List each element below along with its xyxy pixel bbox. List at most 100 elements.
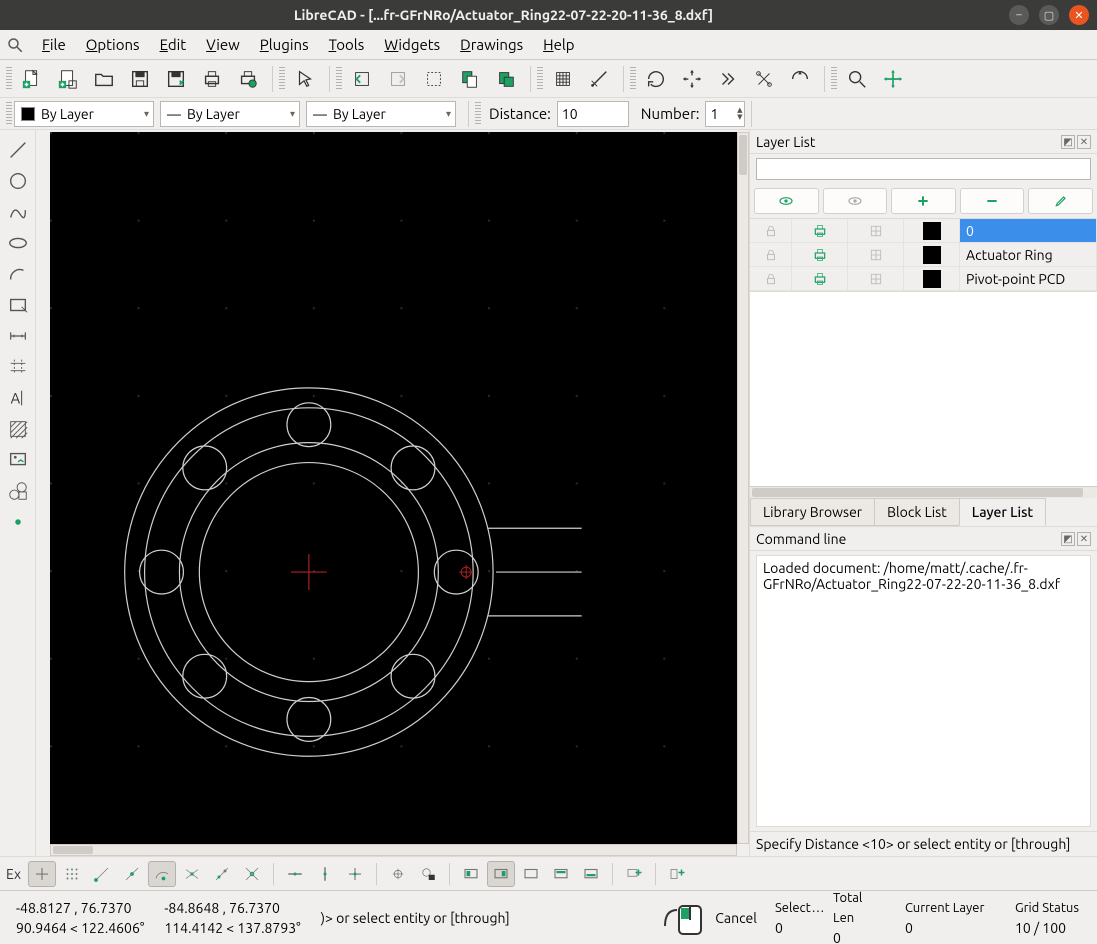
saveas-button[interactable] [160,64,192,94]
measure-button[interactable] [841,64,873,94]
panel-close-button[interactable]: ✕ [1077,135,1091,149]
menu-file[interactable]: File [32,33,76,56]
snap-intersection-button[interactable] [238,861,266,887]
cut-button[interactable] [418,64,450,94]
zoom-previous-button[interactable] [712,64,744,94]
redo-button[interactable] [382,64,414,94]
toolbar-grip-4[interactable] [537,67,543,91]
layer-row-1[interactable]: Actuator Ring [750,243,1097,267]
snap-grid-button[interactable] [58,861,86,887]
draft-button[interactable] [583,64,615,94]
command-log[interactable]: Loaded document: /home/matt/.cache/.fr-G… [756,555,1091,827]
grid-button[interactable] [547,64,579,94]
print-button[interactable] [196,64,228,94]
snap-distance-button[interactable] [208,861,236,887]
screen1-button[interactable] [457,861,485,887]
panel-undock-button[interactable]: ◩ [1061,532,1075,546]
add-view-button[interactable] [620,861,648,887]
snap-endpoint-button[interactable] [88,861,116,887]
image-tool-button[interactable] [2,445,34,475]
lock-icon[interactable] [750,267,792,290]
layer-remove-button[interactable] [960,188,1025,214]
layer-add-button[interactable] [891,188,956,214]
construction-icon[interactable] [848,219,904,242]
select-window-button[interactable] [2,290,34,320]
panel-close-button[interactable]: ✕ [1077,532,1091,546]
toolbar-grip-5[interactable] [630,67,636,91]
menu-options[interactable]: Options [76,33,150,56]
screen4-button[interactable] [547,861,575,887]
menu-help[interactable]: Help [533,33,584,56]
dim-vert-button[interactable] [2,352,34,382]
snap-onentity-button[interactable] [118,861,146,887]
lock-icon[interactable] [750,243,792,266]
restrict-ortho-button[interactable] [341,861,369,887]
layer-hideall-button[interactable] [823,188,888,214]
snap-center-button[interactable] [148,861,176,887]
dim-horiz-button[interactable] [2,321,34,351]
toolbar-grip[interactable] [6,67,12,91]
window-minimize-button[interactable]: – [1009,5,1029,25]
layer-name-2[interactable]: Pivot-point PCD [960,267,1097,290]
tab-library-browser[interactable]: Library Browser [750,498,875,526]
layer-filter-input[interactable] [756,158,1091,180]
zoom-pan-button[interactable] [784,64,816,94]
point-tool-button[interactable] [2,507,34,537]
undo-button[interactable] [346,64,378,94]
lock-icon[interactable] [750,219,792,242]
lock-relative-zero-button[interactable] [414,861,442,887]
restrict-vertical-button[interactable] [311,861,339,887]
screen3-button[interactable] [517,861,545,887]
snap-free-button[interactable] [28,861,56,887]
open-file-button[interactable] [88,64,120,94]
layer-edit-button[interactable] [1028,188,1093,214]
layer-name-1[interactable]: Actuator Ring [960,243,1097,266]
print-icon[interactable] [792,267,848,290]
layer-hscroll[interactable] [750,486,1097,498]
construction-icon[interactable] [848,267,904,290]
print-preview-button[interactable] [232,64,264,94]
new-file-button[interactable] [16,64,48,94]
menu-tools[interactable]: Tools [319,33,375,56]
print-icon[interactable] [792,219,848,242]
arc-tool-button[interactable] [2,259,34,289]
block-tool-button[interactable] [2,476,34,506]
add-custom-button[interactable] [663,861,691,887]
construction-icon[interactable] [848,243,904,266]
save-button[interactable] [124,64,156,94]
menu-view[interactable]: View [196,33,250,56]
line-width-dropdown[interactable]: — By Layer ▾ [160,101,300,127]
print-icon[interactable] [792,243,848,266]
restrict-horizontal-button[interactable] [281,861,309,887]
menu-drawings[interactable]: Drawings [450,33,533,56]
paste-button[interactable] [490,64,522,94]
zoom-extents-button[interactable] [676,64,708,94]
layer-color-swatch[interactable] [923,222,941,240]
menu-plugins[interactable]: Plugins [250,33,319,56]
line-type-dropdown[interactable]: — By Layer ▾ [306,101,456,127]
distance-input[interactable] [557,101,629,127]
canvas-vertical-scrollbar[interactable] [737,132,749,844]
screen2-button[interactable] [487,861,515,887]
snap-ex-label[interactable]: Ex [6,866,21,882]
window-close-button[interactable]: ✕ [1069,5,1089,25]
zoom-window-button[interactable] [748,64,780,94]
circle-tool-button[interactable] [2,166,34,196]
drawing-canvas[interactable] [50,132,737,844]
menu-widgets[interactable]: Widgets [374,33,450,56]
layer-name-0[interactable]: 0 [960,219,1097,242]
canvas-horizontal-scrollbar[interactable] [50,844,737,856]
toolbar-grip-6[interactable] [831,67,837,91]
hatch-tool-button[interactable] [2,414,34,444]
app-zoom-icon[interactable] [6,36,24,54]
zoom-redraw-button[interactable] [640,64,672,94]
layer-showall-button[interactable] [754,188,819,214]
layer-row-0[interactable]: 0 [750,219,1097,243]
line-tool-button[interactable] [2,135,34,165]
screen5-button[interactable] [577,861,605,887]
relative-zero-button[interactable] [384,861,412,887]
new-template-button[interactable] [52,64,84,94]
toolbar-grip-3[interactable] [336,67,342,91]
pointer-button[interactable] [289,64,321,94]
snap-middle-button[interactable] [178,861,206,887]
